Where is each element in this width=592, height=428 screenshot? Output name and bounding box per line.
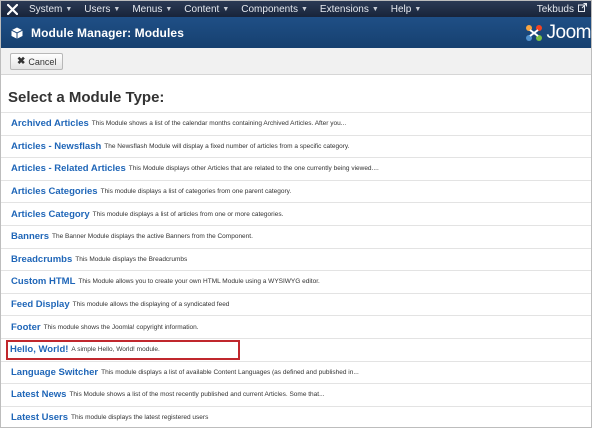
brand-text: Joom: [546, 22, 591, 43]
caret-down-icon: ▼: [300, 5, 308, 13]
module-type-link[interactable]: Latest Users: [11, 412, 68, 423]
menu-label: System: [29, 3, 63, 15]
caret-down-icon: ▼: [113, 5, 121, 13]
module-type-description: This Module shows a list of the most rec…: [69, 391, 325, 399]
joomla-logo-icon: [525, 25, 542, 41]
menu-label: Users: [84, 3, 111, 15]
list-item: Footer This module shows the Joomla! cop…: [1, 315, 591, 338]
menu-users[interactable]: Users ▼: [78, 1, 126, 17]
module-type-description: A simple Hello, World! module.: [71, 346, 160, 354]
menu-menus[interactable]: Menus ▼: [126, 1, 178, 17]
list-item: Language Switcher This module displays a…: [1, 360, 591, 384]
module-type-link[interactable]: Archived Articles: [11, 118, 89, 129]
list-item: Articles Categories This module displays…: [1, 179, 591, 203]
joomla-x-icon[interactable]: [1, 1, 23, 17]
close-icon: ✖: [17, 56, 26, 67]
cube-icon: [11, 27, 23, 39]
cancel-label: Cancel: [28, 56, 57, 67]
menu-label: Help: [390, 3, 412, 15]
menu-label: Extensions: [319, 3, 369, 15]
menu-extensions[interactable]: Extensions ▼: [314, 1, 385, 17]
caret-down-icon: ▼: [414, 5, 422, 13]
caret-down-icon: ▼: [222, 5, 230, 13]
joomla-logo: Joom: [523, 20, 591, 46]
list-item: Latest News This Module shows a list of …: [1, 383, 591, 406]
module-type-link[interactable]: Footer: [11, 322, 41, 333]
list-item: Custom HTML This Module allows you to cr…: [1, 270, 591, 293]
list-item: Latest Users This module displays the la…: [1, 405, 591, 427]
module-type-description: This Module shows a list of the calendar…: [91, 120, 347, 128]
caret-down-icon: ▼: [65, 5, 73, 13]
menu-label: Content: [184, 3, 220, 15]
list-item: Articles - Newsflash The Newsflash Modul…: [1, 134, 591, 158]
module-type-link[interactable]: Articles - Related Articles: [11, 163, 126, 174]
section-heading: Select a Module Type:: [8, 89, 165, 106]
list-item: Feed Display This module allows the disp…: [1, 292, 591, 316]
module-type-description: This Module displays the Breadcrumbs: [75, 255, 188, 263]
module-type-description: This Module displays other Articles that…: [128, 165, 379, 173]
module-type-description: This module displays a list of articles …: [92, 210, 284, 218]
module-type-description: This module displays a list of categorie…: [100, 188, 292, 196]
module-type-link[interactable]: Language Switcher: [11, 367, 98, 378]
menu-label: Components: [241, 3, 298, 15]
module-type-link[interactable]: Articles - Newsflash: [11, 141, 101, 152]
list-item: Banners The Banner Module displays the a…: [1, 224, 591, 248]
menu-system[interactable]: System ▼: [23, 1, 78, 17]
list-item: Archived Articles This Module shows a li…: [1, 112, 591, 135]
external-link-icon[interactable]: [578, 3, 587, 15]
cancel-button[interactable]: ✖ Cancel: [10, 53, 64, 70]
module-type-link[interactable]: Hello, World!: [10, 344, 68, 355]
module-type-link[interactable]: Breadcrumbs: [11, 254, 72, 265]
caret-down-icon: ▼: [371, 5, 379, 13]
admin-menu-bar: System ▼ Users ▼ Menus ▼ Content ▼ Component…: [1, 1, 591, 17]
menu-help[interactable]: Help ▼: [385, 1, 428, 17]
list-item: Articles - Related Articles This Module …: [1, 157, 591, 180]
list-item: Articles Category This module displays a…: [1, 202, 591, 225]
module-type-description: This module allows the displaying of a s…: [72, 301, 230, 309]
menu-label: Menus: [132, 3, 163, 15]
module-type-link[interactable]: Banners: [11, 231, 49, 242]
module-type-link[interactable]: Custom HTML: [11, 276, 75, 287]
module-type-description: The Banner Module displays the active Ba…: [52, 233, 253, 241]
module-type-description: The Newsflash Module will display a fixe…: [104, 142, 350, 150]
module-type-list: Archived Articles This Module shows a li…: [1, 112, 591, 427]
user-menu[interactable]: Tekbuds: [537, 4, 574, 15]
page-header: Module Manager: Modules Joom: [1, 17, 591, 48]
page-title: Module Manager: Modules: [31, 25, 184, 40]
module-type-description: This module displays the latest register…: [71, 414, 209, 422]
module-type-link[interactable]: Feed Display: [11, 299, 70, 310]
app-window: System ▼ Users ▼ Menus ▼ Content ▼ Component…: [0, 0, 592, 428]
user-area: Tekbuds: [537, 1, 591, 17]
toolbar: ✖ Cancel: [1, 48, 591, 75]
menu-components[interactable]: Components ▼: [235, 1, 314, 17]
module-type-description: This Module allows you to create your ow…: [78, 278, 320, 286]
module-type-link[interactable]: Latest News: [11, 389, 66, 400]
list-item: Breadcrumbs This Module displays the Bre…: [1, 247, 591, 271]
caret-down-icon: ▼: [165, 5, 173, 13]
list-item-highlighted: Hello, World! A simple Hello, World! mod…: [1, 337, 591, 361]
module-type-description: This module shows the Joomla! copyright …: [43, 323, 199, 331]
menu-content[interactable]: Content ▼: [178, 1, 235, 17]
module-type-link[interactable]: Articles Category: [11, 209, 90, 220]
module-type-description: This module displays a list of available…: [101, 368, 359, 376]
module-type-link[interactable]: Articles Categories: [11, 186, 98, 197]
